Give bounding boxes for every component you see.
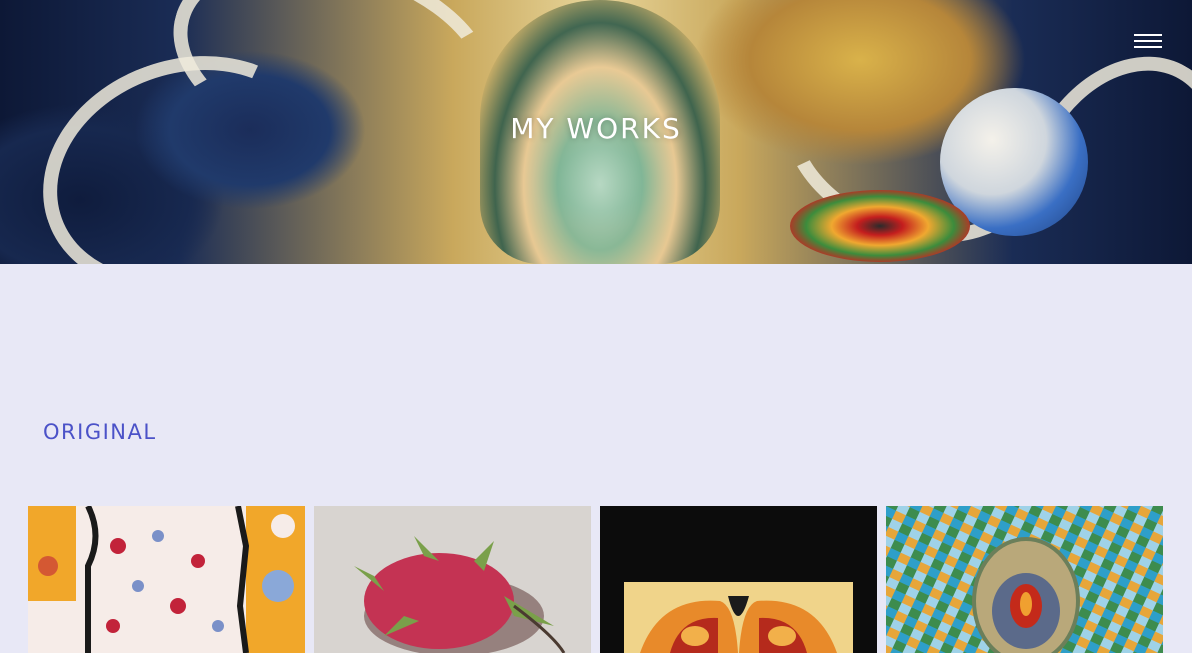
gallery-item-artwork-mosaic-egg[interactable] — [886, 506, 1163, 653]
hamburger-menu-icon — [1134, 34, 1162, 36]
gallery-item-artwork-symmetric-framed[interactable] — [600, 506, 877, 653]
page-title: MY WORKS — [510, 112, 682, 145]
artwork-gallery — [28, 506, 1164, 653]
gallery-item-artwork-dragon-fruit[interactable] — [314, 506, 591, 653]
hero-banner: MY WORKS — [0, 0, 1192, 264]
section-title: ORIGINAL — [43, 420, 157, 444]
gallery-item-artwork-pink-pattern[interactable] — [28, 506, 305, 653]
hero-eye-decoration — [790, 190, 970, 262]
hamburger-menu-icon — [1134, 46, 1162, 48]
menu-button[interactable] — [1134, 30, 1162, 52]
hamburger-menu-icon — [1134, 40, 1162, 42]
